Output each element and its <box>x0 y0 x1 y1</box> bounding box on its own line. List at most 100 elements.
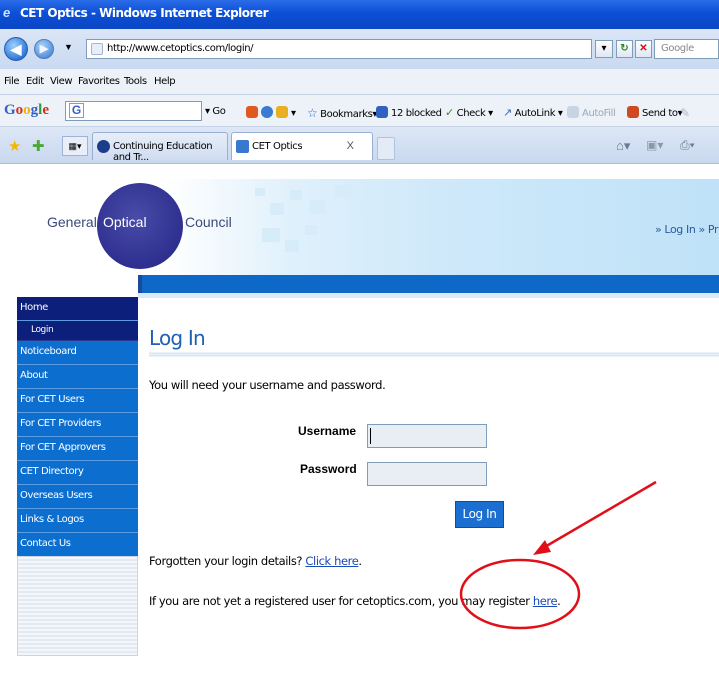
news-icon <box>276 106 288 118</box>
search-input[interactable]: Google <box>654 39 719 59</box>
tab-continuing-education[interactable]: Continuing Education and Tr... <box>92 132 228 163</box>
nav-about[interactable]: About <box>17 365 138 389</box>
nav-for-cet-approvers[interactable]: For CET Approvers <box>17 437 138 461</box>
password-field[interactable] <box>367 462 487 486</box>
google-logo: Google <box>4 102 50 118</box>
ie-logo-icon: e <box>3 5 11 20</box>
popup-blocker-icon <box>376 106 388 118</box>
pagerank-icon <box>246 106 258 118</box>
blocked-label: 12 blocked <box>391 108 442 119</box>
refresh-icon[interactable]: ↻ <box>616 40 633 58</box>
goc-favicon-icon <box>97 140 110 153</box>
tab-label: Continuing Education and Tr... <box>113 141 213 163</box>
header-decor <box>305 225 317 235</box>
address-dropdown-icon[interactable]: ▾ <box>595 40 613 58</box>
header-decor <box>262 228 280 242</box>
address-bar[interactable]: http://www.cetoptics.com/login/ <box>86 39 592 59</box>
username-label: Username <box>298 424 357 438</box>
header-top-links[interactable]: » Log In » Priv <box>655 223 719 236</box>
menu-file[interactable]: File <box>4 76 20 87</box>
menu-edit[interactable]: Edit <box>26 76 44 87</box>
window-title: CET Optics - Windows Internet Explorer <box>20 6 269 20</box>
google-search-input[interactable]: G <box>65 101 202 121</box>
add-favorite-icon[interactable]: ✚ <box>32 137 45 155</box>
bookmarks-button[interactable]: ☆ Bookmarks▾ <box>307 106 377 120</box>
tab-bar: ★ ✚ ▦▾ Continuing Education and Tr... CE… <box>0 127 719 164</box>
header-decor <box>310 200 326 214</box>
nav-login[interactable]: Login <box>17 321 138 341</box>
toolbar-icons[interactable]: ▾ <box>246 106 296 119</box>
autofill-icon <box>567 106 579 118</box>
nav-contact-us[interactable]: Contact Us <box>17 533 138 557</box>
logo-general-text: General <box>47 214 97 230</box>
tab-label: CET Optics <box>252 141 303 152</box>
nav-overseas-users[interactable]: Overseas Users <box>17 485 138 509</box>
autolink-button[interactable]: ↗ AutoLink ▾ <box>503 106 563 119</box>
forgot-click-here-link[interactable]: Click here <box>305 554 358 568</box>
window-title-bar: e CET Optics - Windows Internet Explorer <box>0 0 719 29</box>
popup-blocker-button[interactable]: 12 blocked <box>376 106 442 119</box>
feeds-icon[interactable]: ▣▾ <box>646 138 663 152</box>
google-go-button[interactable]: ▾ Go <box>205 106 226 117</box>
back-button[interactable]: ◀ <box>4 37 28 61</box>
search-placeholder: Google <box>661 43 694 54</box>
menu-view[interactable]: View <box>50 76 73 87</box>
forgot-details-text: Forgotten your login details? Click here… <box>149 554 362 568</box>
google-toolbar: Google G ▾ Go ▾ ☆ Bookmarks▾ 12 blocked … <box>0 95 719 127</box>
header-decor <box>360 205 372 215</box>
address-url: http://www.cetoptics.com/login/ <box>107 43 254 54</box>
intro-text: You will need your username and password… <box>149 378 386 392</box>
pencil-icon[interactable]: ✎ <box>680 106 690 120</box>
google-g-icon: G <box>69 103 84 118</box>
nav-for-cet-users[interactable]: For CET Users <box>17 389 138 413</box>
new-tab-button[interactable] <box>377 137 395 160</box>
nav-home[interactable]: Home <box>17 297 138 321</box>
annotation-arrow-line <box>542 480 657 550</box>
nav-cet-directory[interactable]: CET Directory <box>17 461 138 485</box>
register-text-line: If you are not yet a registered user for… <box>149 594 561 608</box>
register-text: If you are not yet a registered user for… <box>149 594 530 608</box>
home-icon[interactable]: ⌂▾ <box>616 138 630 154</box>
text-caret <box>370 428 371 444</box>
header-blue-bar <box>10 275 719 293</box>
nav-noticeboard[interactable]: Noticeboard <box>17 341 138 365</box>
page-title: Log In <box>149 326 206 350</box>
page-icon <box>91 43 103 55</box>
quick-tabs-icon[interactable]: ▦▾ <box>62 136 88 156</box>
check-label: Check <box>456 108 486 119</box>
menu-tools[interactable]: Tools <box>124 76 147 87</box>
autolink-icon: ↗ <box>503 106 512 119</box>
favorites-star-icon[interactable]: ★ <box>8 137 21 155</box>
logo-council-text: Council <box>185 214 232 230</box>
username-field[interactable] <box>367 424 487 448</box>
bookmarks-label: Bookmarks <box>320 109 373 120</box>
stop-icon[interactable]: ✕ <box>635 40 652 58</box>
ie-page-icon <box>236 140 249 153</box>
autofill-button[interactable]: AutoFill <box>567 106 616 119</box>
menu-favorites[interactable]: Favorites <box>78 76 120 87</box>
forward-button[interactable]: ▶ <box>34 39 54 59</box>
header-decor <box>335 185 353 197</box>
close-tab-icon[interactable]: X <box>347 140 354 152</box>
recent-pages-arrow-icon[interactable]: ▼ <box>64 42 73 52</box>
send-to-label: Send to <box>642 108 678 119</box>
nav-for-cet-providers[interactable]: For CET Providers <box>17 413 138 437</box>
google-go-label: Go <box>212 106 226 117</box>
send-to-button[interactable]: Send to▾ <box>627 106 683 119</box>
menu-help[interactable]: Help <box>154 76 176 87</box>
bluebar-gap <box>10 275 138 293</box>
login-button[interactable]: Log In <box>455 501 504 528</box>
register-here-link[interactable]: here <box>533 594 558 608</box>
spell-check-button[interactable]: ✓ Check ▾ <box>445 106 493 119</box>
header-decor <box>270 203 284 215</box>
nav-links-logos[interactable]: Links & Logos <box>17 509 138 533</box>
annotation-arrow-head <box>533 540 551 555</box>
send-to-icon <box>627 106 639 118</box>
bluebar-edge <box>138 275 142 293</box>
forgot-text: Forgotten your login details? <box>149 554 303 568</box>
print-icon[interactable]: ⎙▾ <box>680 138 695 153</box>
header-sub-bar <box>138 293 719 298</box>
header-decor <box>290 190 302 200</box>
header-decor <box>285 240 299 252</box>
tab-cet-optics[interactable]: CET Optics X <box>231 132 373 160</box>
